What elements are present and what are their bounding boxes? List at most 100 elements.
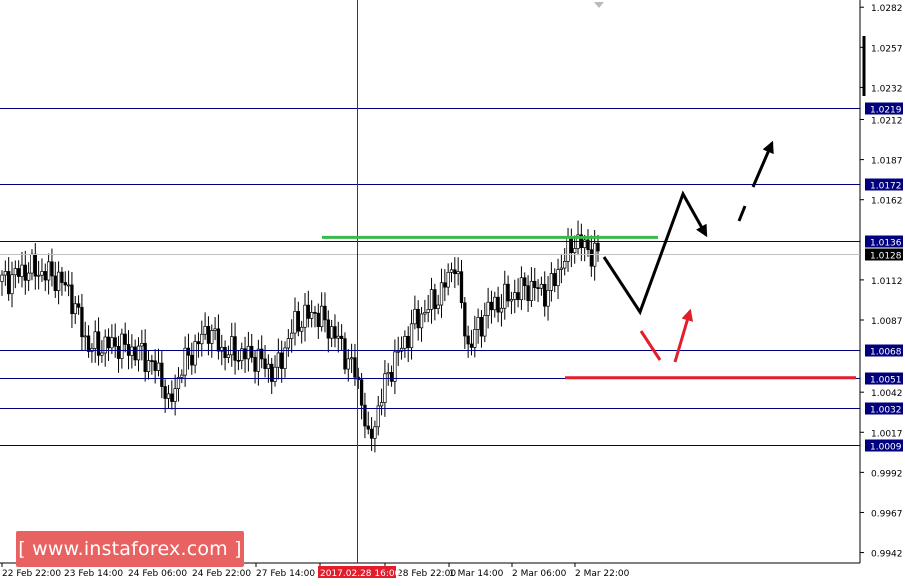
candle-body	[293, 311, 297, 334]
y-tick-label: 1.0162	[871, 197, 903, 207]
candle-body	[476, 317, 480, 330]
candle-body	[40, 271, 44, 276]
candle-body	[379, 402, 384, 407]
candle-body	[419, 313, 424, 329]
candle-body	[473, 329, 477, 348]
candle-body	[136, 345, 141, 361]
chart-canvas[interactable]: 1.0282 1.0257 1.0232 1.0212 1.0187 1.0162 1.01…	[0, 0, 905, 582]
level-price-label: 1.0051	[870, 376, 902, 386]
candle-body	[346, 358, 350, 370]
candle-body	[73, 303, 77, 315]
candle-body	[486, 301, 490, 316]
y-tick-label: 1.0087	[871, 317, 903, 327]
candle-body	[426, 309, 430, 313]
candle-body	[126, 344, 131, 356]
candle-body	[273, 366, 277, 382]
candle-body	[339, 335, 344, 340]
candle-body	[463, 302, 467, 337]
candle-body	[250, 345, 254, 358]
candle-body	[423, 312, 427, 315]
candle-body	[186, 347, 191, 356]
candle-body	[193, 341, 197, 366]
candle-body	[313, 312, 317, 314]
candle-body	[433, 289, 437, 309]
candle-body	[246, 345, 251, 360]
candle-body	[429, 289, 434, 310]
candle-body	[170, 393, 174, 402]
candle-body	[489, 301, 494, 311]
y-tick-label: 1.0112	[871, 277, 903, 287]
candle-body	[529, 280, 534, 301]
candle-body	[310, 312, 314, 319]
candle-body	[509, 299, 514, 302]
candle-body	[80, 306, 84, 338]
candle-body	[93, 331, 97, 349]
candle-body	[70, 284, 74, 315]
candle-body	[26, 272, 31, 281]
candle-body	[83, 335, 87, 338]
candle-body	[210, 330, 214, 344]
candle-body	[286, 338, 290, 349]
candle-body	[409, 323, 414, 349]
y-tick-label: 1.0212	[871, 116, 903, 126]
x-tick-label: 27 Feb 14:00	[256, 569, 315, 579]
instaforex-watermark: [ www.instaforex.com ]	[16, 531, 244, 567]
candle-body	[10, 274, 14, 295]
candle-body	[16, 268, 21, 277]
candle-body	[359, 379, 364, 406]
candle-body	[213, 328, 217, 331]
candle-body	[173, 388, 177, 402]
candle-body	[483, 315, 487, 337]
candle-body	[43, 271, 47, 281]
candle-body	[506, 283, 510, 302]
level-price-label: 1.0136	[870, 239, 902, 249]
candle-body	[236, 359, 241, 362]
candle-body	[7, 271, 11, 295]
level-price-label: 1.0219	[870, 106, 902, 116]
candle-body	[516, 292, 520, 301]
x-tick-label: 24 Feb 06:00	[128, 569, 187, 579]
candle-body	[456, 271, 460, 275]
candle-body	[469, 343, 474, 348]
candle-body	[96, 331, 101, 356]
candle-body	[306, 304, 310, 319]
candle-body	[226, 354, 231, 358]
candle-body	[156, 362, 161, 371]
candle-body	[3, 271, 7, 276]
candle-body	[406, 335, 410, 349]
x-tick-label: 22 Feb 22:00	[2, 569, 61, 579]
y-tick-label: 0.9942	[871, 550, 903, 560]
current-price-label: 1.0128	[870, 252, 902, 262]
level-price-label: 1.0032	[870, 406, 902, 416]
candle-body	[146, 360, 151, 372]
candle-body	[23, 264, 27, 281]
y-tick-label: 1.0187	[871, 157, 903, 167]
candle-body	[63, 282, 67, 286]
candle-body	[366, 425, 370, 430]
candle-body	[106, 336, 111, 349]
candle-body	[280, 352, 284, 369]
candle-body	[373, 426, 377, 439]
candle-body	[60, 271, 64, 283]
candle-body	[196, 341, 201, 345]
candle-body	[110, 337, 114, 349]
candle-body	[403, 335, 407, 349]
candle-body	[266, 363, 271, 369]
candle-body	[53, 275, 57, 291]
x-tick-label: 2 Mar 06:00	[512, 569, 567, 579]
candle-body	[443, 282, 447, 288]
candle-body	[163, 386, 167, 399]
candle-body	[436, 304, 440, 309]
candle-body	[519, 277, 524, 301]
candle-body	[549, 273, 554, 291]
candle-body	[539, 283, 544, 289]
candle-body	[333, 326, 337, 339]
price-chart[interactable]: 1.0282 1.0257 1.0232 1.0212 1.0187 1.0162 1.01…	[0, 0, 905, 582]
candle-body	[556, 269, 560, 287]
candle-body	[396, 350, 400, 353]
candle-body	[206, 326, 211, 344]
candle-body	[389, 372, 394, 382]
candle-body	[233, 336, 237, 361]
level-price-label: 1.0172	[870, 182, 902, 192]
candle-body	[113, 337, 117, 347]
